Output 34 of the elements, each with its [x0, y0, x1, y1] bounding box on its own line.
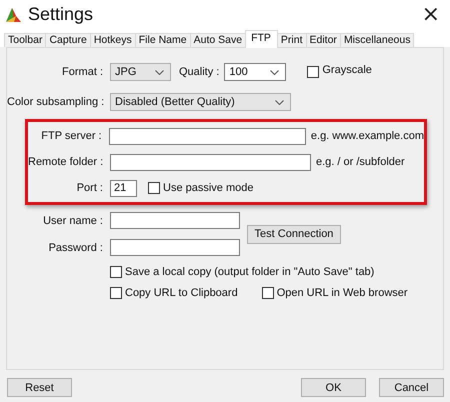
- color-subsampling-label: Color subsampling :: [7, 96, 103, 108]
- remote-folder-hint: e.g. / or /subfolder: [316, 156, 405, 168]
- tab[interactable]: Toolbar: [4, 33, 46, 47]
- tab[interactable]: Print: [276, 33, 306, 47]
- tab[interactable]: File Name: [134, 33, 191, 47]
- tab[interactable]: Hotkeys: [90, 33, 136, 47]
- tab[interactable]: Auto Save: [190, 33, 246, 47]
- format-dropdown[interactable]: JPG: [110, 63, 171, 81]
- format-label: Format :: [61, 66, 103, 78]
- remote-folder-label: Remote folder :: [28, 156, 103, 168]
- password-label: Password :: [48, 242, 103, 254]
- passive-mode-label: Use passive mode: [163, 182, 254, 194]
- tab[interactable]: Editor: [306, 33, 341, 47]
- ok-button[interactable]: OK: [301, 378, 366, 397]
- window-title: Settings: [28, 4, 94, 25]
- tab[interactable]: Capture: [45, 33, 91, 47]
- color-subsampling-dropdown[interactable]: Disabled (Better Quality): [110, 93, 291, 111]
- local-copy-label: Save a local copy (output folder in "Auto Save" tab): [125, 266, 374, 278]
- user-name-label: User name :: [42, 214, 103, 226]
- port-field[interactable]: 21: [110, 180, 137, 196]
- cancel-button[interactable]: Cancel: [379, 378, 444, 397]
- ftp-server-hint: e.g. www.example.com: [310, 130, 424, 142]
- grayscale-label: Grayscale: [322, 64, 372, 76]
- ftp-server-label: FTP server :: [40, 130, 102, 142]
- copy-url-label: Copy URL to Clipboard: [125, 286, 238, 298]
- close-button[interactable]: ×: [418, 2, 444, 26]
- reset-button[interactable]: Reset: [7, 378, 72, 397]
- test-connection-button[interactable]: Test Connection: [247, 224, 341, 244]
- tab[interactable]: FTP: [245, 30, 278, 48]
- quality-label: Quality :: [179, 66, 220, 78]
- tab[interactable]: Miscellaneous: [340, 33, 414, 47]
- port-label: Port :: [76, 182, 103, 194]
- quality-dropdown[interactable]: 100: [224, 63, 286, 81]
- open-url-label: Open URL in Web browser: [276, 286, 408, 298]
